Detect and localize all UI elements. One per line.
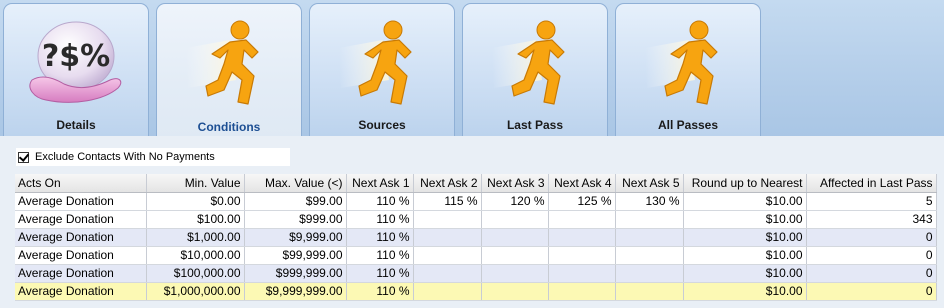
cell-min-value[interactable]: $100,000.00 xyxy=(146,264,245,283)
cell-max-value[interactable]: $9,999.00 xyxy=(244,228,347,247)
cell-next-ask-5[interactable] xyxy=(615,246,684,265)
cell-affected: 0 xyxy=(806,282,937,301)
ask-conditions-grid: Acts On Min. Value Max. Value (<) Next A… xyxy=(15,174,937,301)
cell-next-ask-3[interactable] xyxy=(481,228,549,247)
cell-round-up[interactable]: $10.00 xyxy=(683,228,807,247)
column-header-next-ask-4[interactable]: Next Ask 4 xyxy=(548,174,616,193)
cell-next-ask-4[interactable] xyxy=(548,264,616,283)
tab-details[interactable]: ?$% Details xyxy=(3,3,149,136)
tab-label: Last Pass xyxy=(506,118,564,132)
cell-min-value[interactable]: $1,000,000.00 xyxy=(146,282,245,301)
table-row[interactable]: Average Donation $100.00 $999.00 110 % $… xyxy=(15,210,937,229)
cell-next-ask-2[interactable] xyxy=(413,264,482,283)
table-row[interactable]: Average Donation $1,000.00 $9,999.00 110… xyxy=(15,228,937,247)
column-header-next-ask-3[interactable]: Next Ask 3 xyxy=(481,174,549,193)
cell-max-value[interactable]: $9,999,999.00 xyxy=(244,282,347,301)
cell-next-ask-5[interactable]: 130 % xyxy=(615,192,684,211)
cell-min-value[interactable]: $100.00 xyxy=(146,210,245,229)
table-row[interactable]: Average Donation $100,000.00 $999,999.00… xyxy=(15,264,937,283)
cell-next-ask-1[interactable]: 110 % xyxy=(346,210,414,229)
cell-max-value[interactable]: $999.00 xyxy=(244,210,347,229)
cell-affected: 0 xyxy=(806,246,937,265)
cell-max-value[interactable]: $999,999.00 xyxy=(244,264,347,283)
tab-label: Details xyxy=(56,118,96,132)
cell-next-ask-4[interactable] xyxy=(548,282,616,301)
cell-next-ask-3[interactable] xyxy=(481,264,549,283)
cell-affected: 0 xyxy=(806,228,937,247)
tab-label: Conditions xyxy=(197,120,261,134)
conditions-panel: Exclude Contacts With No Payments Acts O… xyxy=(0,136,944,308)
cell-next-ask-4[interactable] xyxy=(548,228,616,247)
cell-next-ask-2[interactable] xyxy=(413,282,482,301)
cell-acts-on[interactable]: Average Donation xyxy=(15,192,147,211)
column-header-max-value[interactable]: Max. Value (<) xyxy=(244,174,347,193)
cell-round-up[interactable]: $10.00 xyxy=(683,210,807,229)
column-header-next-ask-2[interactable]: Next Ask 2 xyxy=(413,174,482,193)
column-header-affected[interactable]: Affected in Last Pass xyxy=(806,174,937,193)
cell-min-value[interactable]: $0.00 xyxy=(146,192,245,211)
cell-next-ask-1[interactable]: 110 % xyxy=(346,228,414,247)
cell-min-value[interactable]: $10,000.00 xyxy=(146,246,245,265)
cell-next-ask-2[interactable]: 115 % xyxy=(413,192,482,211)
column-header-acts-on[interactable]: Acts On xyxy=(15,174,147,193)
cell-next-ask-5[interactable] xyxy=(615,264,684,283)
cell-acts-on[interactable]: Average Donation xyxy=(15,246,147,265)
cell-next-ask-5[interactable] xyxy=(615,210,684,229)
running-man-icon xyxy=(492,20,565,105)
cell-next-ask-1[interactable]: 110 % xyxy=(346,282,414,301)
cell-affected: 343 xyxy=(806,210,937,229)
cell-next-ask-5[interactable] xyxy=(615,282,684,301)
cell-next-ask-1[interactable]: 110 % xyxy=(346,246,414,265)
cell-min-value[interactable]: $1,000.00 xyxy=(146,228,245,247)
money-symbols-hand-icon: ?$% xyxy=(29,21,122,103)
column-header-round-up[interactable]: Round up to Nearest xyxy=(683,174,807,193)
cell-next-ask-3[interactable] xyxy=(481,282,549,301)
tab-all-passes[interactable]: All Passes xyxy=(615,3,761,136)
cell-acts-on[interactable]: Average Donation xyxy=(15,210,147,229)
cell-round-up[interactable]: $10.00 xyxy=(683,192,807,211)
table-row-selected[interactable]: Average Donation $1,000,000.00 $9,999,99… xyxy=(15,282,937,301)
column-header-min-value[interactable]: Min. Value xyxy=(146,174,245,193)
cell-next-ask-3[interactable] xyxy=(481,246,549,265)
cell-max-value[interactable]: $99,999.00 xyxy=(244,246,347,265)
cell-next-ask-4[interactable] xyxy=(548,210,616,229)
cell-next-ask-2[interactable] xyxy=(413,246,482,265)
column-header-next-ask-5[interactable]: Next Ask 5 xyxy=(615,174,684,193)
cell-next-ask-2[interactable] xyxy=(413,228,482,247)
tab-label: All Passes xyxy=(657,118,719,132)
cell-max-value[interactable]: $99.00 xyxy=(244,192,347,211)
cell-round-up[interactable]: $10.00 xyxy=(683,246,807,265)
tab-sources[interactable]: Sources xyxy=(309,3,455,136)
exclude-no-payments-checkbox[interactable] xyxy=(18,151,29,163)
cell-next-ask-2[interactable] xyxy=(413,210,482,229)
cell-affected: 5 xyxy=(806,192,937,211)
cell-round-up[interactable]: $10.00 xyxy=(683,282,807,301)
cell-acts-on[interactable]: Average Donation xyxy=(15,282,147,301)
table-row[interactable]: Average Donation $0.00 $99.00 110 % 115 … xyxy=(15,192,937,211)
cell-round-up[interactable]: $10.00 xyxy=(683,264,807,283)
exclude-no-payments-row: Exclude Contacts With No Payments xyxy=(16,148,290,166)
cell-next-ask-1[interactable]: 110 % xyxy=(346,192,414,211)
column-header-next-ask-1[interactable]: Next Ask 1 xyxy=(346,174,414,193)
running-man-icon xyxy=(645,20,718,105)
tab-conditions[interactable]: Conditions xyxy=(156,3,302,138)
table-row[interactable]: Average Donation $10,000.00 $99,999.00 1… xyxy=(15,246,937,265)
exclude-no-payments-label: Exclude Contacts With No Payments xyxy=(35,151,215,163)
svg-text:?$%: ?$% xyxy=(42,39,110,74)
tab-label: Sources xyxy=(358,118,406,132)
running-man-icon xyxy=(339,20,412,105)
cell-next-ask-3[interactable] xyxy=(481,210,549,229)
cell-next-ask-4[interactable] xyxy=(548,246,616,265)
tab-last-pass[interactable]: Last Pass xyxy=(462,3,608,136)
tab-strip: ?$% Details Conditions Sources Last Pass… xyxy=(0,0,944,138)
cell-next-ask-3[interactable]: 120 % xyxy=(481,192,549,211)
grid-header-row: Acts On Min. Value Max. Value (<) Next A… xyxy=(15,174,937,193)
running-man-icon xyxy=(186,20,259,105)
cell-next-ask-4[interactable]: 125 % xyxy=(548,192,616,211)
cell-next-ask-5[interactable] xyxy=(615,228,684,247)
cell-affected: 0 xyxy=(806,264,937,283)
cell-acts-on[interactable]: Average Donation xyxy=(15,264,147,283)
cell-next-ask-1[interactable]: 110 % xyxy=(346,264,414,283)
cell-acts-on[interactable]: Average Donation xyxy=(15,228,147,247)
